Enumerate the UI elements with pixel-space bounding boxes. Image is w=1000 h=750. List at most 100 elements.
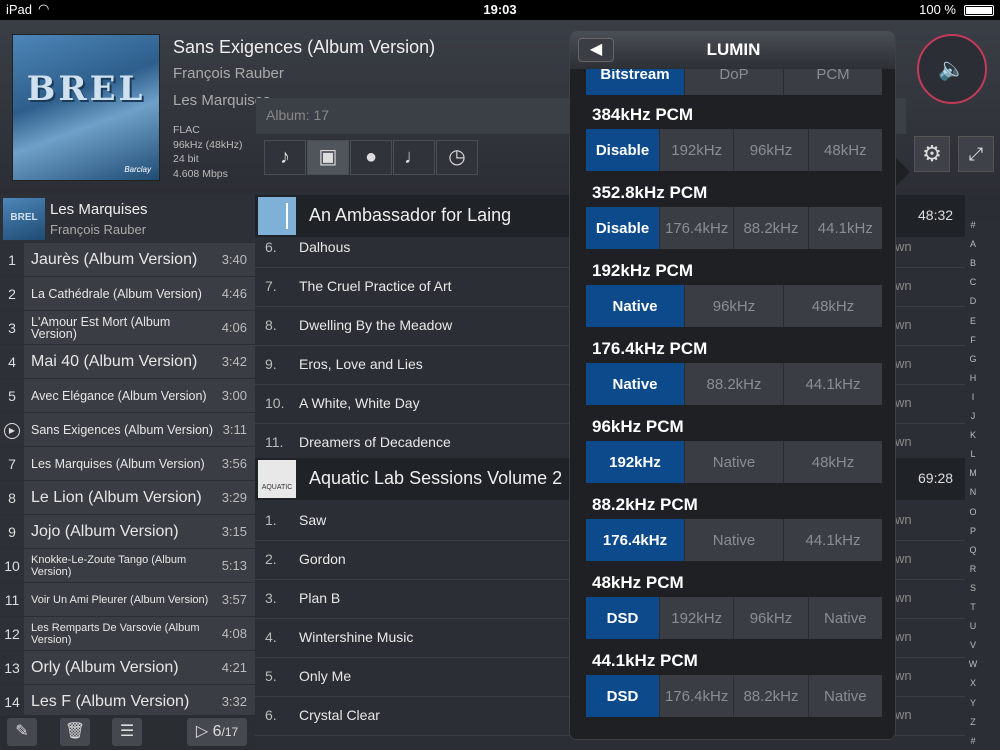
- resample-option[interactable]: 44.1kHz: [784, 519, 882, 561]
- resample-option[interactable]: 48kHz: [784, 441, 882, 483]
- resample-option[interactable]: 176.4kHz: [660, 207, 735, 249]
- edit-button[interactable]: ✎: [7, 718, 37, 746]
- playlist-row[interactable]: 10 Knokke-Le-Zoute Tango (Album Version) 5…: [0, 548, 255, 582]
- resample-option[interactable]: Disable: [586, 207, 660, 249]
- playlist-row[interactable]: 2 La Cathédrale (Album Version) 4:46: [0, 276, 255, 310]
- resample-section-label: 44.1kHz PCM: [592, 651, 698, 670]
- tab-artists[interactable]: ●: [350, 140, 392, 175]
- alphabet-index[interactable]: # A B C D E F G H I J K L M N O P Q R S T U V W X Y Z #: [965, 220, 1000, 750]
- resample-option[interactable]: 96kHz: [734, 597, 809, 639]
- album-cover[interactable]: BREL Barclay: [12, 34, 160, 181]
- index-letter[interactable]: C: [965, 277, 981, 287]
- index-letter[interactable]: J: [965, 411, 981, 421]
- index-letter[interactable]: R: [965, 564, 981, 574]
- resample-option[interactable]: 48kHz: [808, 129, 882, 171]
- index-letter[interactable]: U: [965, 621, 981, 631]
- index-letter[interactable]: V: [965, 640, 981, 650]
- resample-option[interactable]: 88.2kHz: [734, 207, 809, 249]
- output-mode-option[interactable]: DoP: [685, 69, 784, 95]
- tab-recent[interactable]: ◷: [436, 140, 478, 175]
- lumin-settings-popup: ◀ LUMIN Bitstream DoP PCM 384kHz PCM Disabl…: [569, 30, 896, 740]
- index-letter[interactable]: X: [965, 678, 981, 688]
- resample-option[interactable]: 44.1kHz: [808, 207, 882, 249]
- index-letter[interactable]: Z: [965, 717, 981, 727]
- index-letter[interactable]: F: [965, 335, 981, 345]
- resample-option[interactable]: 192kHz: [660, 597, 735, 639]
- playlist-row[interactable]: 7 Les Marquises (Album Version) 3:56: [0, 446, 255, 480]
- output-mode-option[interactable]: Bitstream: [586, 69, 685, 95]
- resample-option[interactable]: 192kHz: [660, 129, 735, 171]
- index-letter[interactable]: K: [965, 430, 981, 440]
- settings-button[interactable]: ⚙: [914, 136, 950, 172]
- index-letter[interactable]: N: [965, 487, 981, 497]
- tab-genres[interactable]: ♩: [393, 140, 435, 175]
- tab-songs[interactable]: ♪: [264, 140, 306, 175]
- track-number: 10.: [265, 395, 285, 411]
- tab-albums[interactable]: ▣: [307, 140, 349, 175]
- resample-option[interactable]: 96kHz: [685, 285, 784, 327]
- volume-button[interactable]: 🔈: [917, 34, 987, 104]
- playlist-row[interactable]: ▶ Sans Exigences (Album Version) 3:11: [0, 412, 255, 446]
- track-number: 10: [0, 549, 24, 582]
- resample-option[interactable]: Native: [586, 363, 685, 405]
- index-letter[interactable]: Q: [965, 545, 981, 555]
- index-letter[interactable]: L: [965, 449, 981, 459]
- playlist-button[interactable]: ☰: [112, 718, 142, 746]
- playlist-row[interactable]: 3 L'Amour Est Mort (Album Version) 4:06: [0, 310, 255, 344]
- playlist-track-title: L'Amour Est Mort (Album Version): [31, 314, 171, 341]
- resample-option[interactable]: DSD: [586, 597, 660, 639]
- resample-option[interactable]: Native: [685, 441, 784, 483]
- playlist-row[interactable]: 11 Voir Un Ami Pleurer (Album Version) 3:5…: [0, 582, 255, 616]
- resample-option[interactable]: 88.2kHz: [734, 675, 809, 717]
- index-letter[interactable]: I: [965, 392, 981, 402]
- playlist-row[interactable]: 5 Avec Elégance (Album Version) 3:00: [0, 378, 255, 412]
- playlist-row[interactable]: 8 Le Lion (Album Version) 3:29: [0, 480, 255, 514]
- index-letter[interactable]: M: [965, 468, 981, 478]
- delete-button[interactable]: 🗑: [60, 718, 90, 746]
- index-letter[interactable]: #: [965, 736, 981, 746]
- track-extra: wn: [895, 707, 912, 722]
- output-mode-option[interactable]: PCM: [784, 69, 882, 95]
- resample-option[interactable]: DSD: [586, 675, 660, 717]
- output-mode-selector: Bitstream DoP PCM: [586, 69, 882, 95]
- index-letter[interactable]: A: [965, 239, 981, 249]
- resample-option[interactable]: Native: [685, 519, 784, 561]
- resample-option[interactable]: 176.4kHz: [660, 675, 735, 717]
- track-number: 3.: [265, 590, 277, 606]
- playlist-row[interactable]: 14 Les F (Album Version) 3:32: [0, 684, 255, 715]
- resample-option[interactable]: 176.4kHz: [586, 519, 685, 561]
- index-letter[interactable]: H: [965, 373, 981, 383]
- index-letter[interactable]: T: [965, 602, 981, 612]
- track-number: 7.: [265, 278, 277, 294]
- resample-option[interactable]: 96kHz: [734, 129, 809, 171]
- resample-option[interactable]: Disable: [586, 129, 660, 171]
- resample-option[interactable]: 44.1kHz: [784, 363, 882, 405]
- cover-title: BREL: [26, 69, 146, 109]
- index-letter[interactable]: B: [965, 258, 981, 268]
- index-letter[interactable]: Y: [965, 698, 981, 708]
- index-letter[interactable]: #: [965, 220, 981, 230]
- resample-option[interactable]: 48kHz: [784, 285, 882, 327]
- playlist-track-title: Mai 40 (Album Version): [31, 352, 198, 370]
- resample-option[interactable]: Native: [808, 675, 882, 717]
- playlist-row[interactable]: 1 Jaurès (Album Version) 3:40: [0, 242, 255, 276]
- resample-option[interactable]: 88.2kHz: [685, 363, 784, 405]
- playlist-row[interactable]: 4 Mai 40 (Album Version) 3:42: [0, 344, 255, 378]
- resample-option[interactable]: Native: [808, 597, 882, 639]
- resample-option[interactable]: 192kHz: [586, 441, 685, 483]
- edit-icon: ✎: [15, 723, 29, 740]
- resample-option[interactable]: Native: [586, 285, 685, 327]
- index-letter[interactable]: D: [965, 296, 981, 306]
- index-letter[interactable]: P: [965, 526, 981, 536]
- index-letter[interactable]: G: [965, 354, 981, 364]
- track-counter[interactable]: ▷ 6/17: [187, 718, 247, 746]
- index-letter[interactable]: S: [965, 583, 981, 593]
- fullscreen-button[interactable]: ⤢: [958, 136, 994, 172]
- index-letter[interactable]: E: [965, 316, 981, 326]
- index-letter[interactable]: O: [965, 507, 981, 517]
- album-name: An Ambassador for Laing: [309, 205, 512, 225]
- playlist-row[interactable]: 12 Les Remparts De Varsovie (Album Versio…: [0, 616, 255, 650]
- playlist-row[interactable]: 9 Jojo (Album Version) 3:15: [0, 514, 255, 548]
- playlist-row[interactable]: 13 Orly (Album Version) 4:21: [0, 650, 255, 684]
- index-letter[interactable]: W: [965, 659, 981, 669]
